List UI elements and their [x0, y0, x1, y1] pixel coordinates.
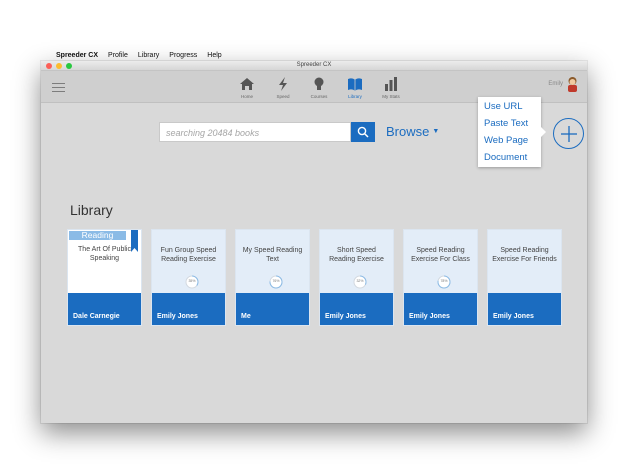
menu-item-web-page[interactable]: Web Page	[484, 133, 535, 150]
book-title: Speed Reading Exercise For Friends	[492, 247, 557, 264]
library-cards: Reading The Art Of Public Speaking Dale …	[67, 229, 562, 326]
search-input[interactable]	[160, 124, 350, 142]
title-bar: Spreeder CX	[41, 61, 587, 71]
library-heading: Library	[70, 202, 113, 218]
menu-item-use-url[interactable]: Use URL	[484, 99, 535, 116]
book-card[interactable]: My Speed Reading Text 76% Me	[235, 229, 310, 326]
menubar-item-library[interactable]: Library	[138, 52, 159, 59]
mac-menubar: Spreeder CX Profile Library Progress Hel…	[40, 49, 586, 61]
progress-label: 32%	[356, 279, 364, 283]
menubar-item-help[interactable]: Help	[207, 52, 221, 59]
main-nav: Home Speed Courses Library My Stats	[229, 74, 409, 102]
nav-item-home[interactable]: Home	[229, 74, 265, 102]
add-content-menu: Use URL Paste Text Web Page Document	[478, 97, 546, 167]
speed-icon	[279, 77, 287, 91]
chevron-down-icon: ▼	[432, 128, 440, 135]
user-name: Emily	[548, 81, 563, 87]
hamburger-menu-icon[interactable]	[52, 83, 65, 92]
book-icon	[348, 78, 362, 91]
add-content-button[interactable]	[553, 118, 584, 149]
reading-badge: Reading	[69, 231, 126, 240]
nav-label-speed: Speed	[276, 94, 290, 99]
nav-item-my-stats[interactable]: My Stats	[373, 74, 409, 102]
progress-label: 78%	[440, 279, 448, 283]
menu-item-paste-text[interactable]: Paste Text	[484, 116, 535, 133]
progress-ring: 78%	[437, 275, 451, 289]
lightbulb-icon	[314, 77, 324, 90]
book-card[interactable]: Short Speed Reading Exercise 32% Emily J…	[319, 229, 394, 326]
book-author: Emily Jones	[488, 293, 561, 325]
book-title: Short Speed Reading Exercise	[329, 247, 384, 264]
window-title: Spreeder CX	[296, 62, 332, 68]
book-author: Dale Carnegie	[68, 293, 141, 325]
book-card[interactable]: Reading The Art Of Public Speaking Dale …	[67, 229, 142, 326]
book-author: Emily Jones	[320, 293, 393, 325]
progress-ring: 35%	[185, 275, 199, 289]
app-window: Spreeder CX Home Speed Courses Library M…	[41, 61, 587, 423]
search-icon	[357, 126, 369, 138]
plus-icon	[560, 125, 577, 142]
book-author: Me	[236, 293, 309, 325]
stats-icon	[385, 77, 397, 91]
nav-label-home: Home	[240, 94, 253, 99]
nav-label-my-stats: My Stats	[382, 94, 400, 99]
menubar-item-progress[interactable]: Progress	[169, 52, 197, 59]
nav-label-courses: Courses	[310, 94, 328, 99]
nav-label-library: Library	[348, 94, 362, 99]
search-button[interactable]	[351, 122, 375, 142]
progress-ring: 32%	[353, 275, 367, 289]
menubar-app-name[interactable]: Spreeder CX	[56, 52, 98, 59]
book-title: Speed Reading Exercise For Class	[411, 247, 470, 264]
book-card[interactable]: Speed Reading Exercise For Class 78% Emi…	[403, 229, 478, 326]
book-title: The Art Of Public Speaking	[78, 246, 131, 263]
browse-dropdown[interactable]: Browse ▼	[386, 124, 439, 139]
search-field[interactable]	[159, 122, 351, 142]
avatar[interactable]	[566, 76, 579, 92]
menu-item-document[interactable]: Document	[484, 150, 535, 167]
progress-label: 76%	[272, 279, 280, 283]
nav-item-courses[interactable]: Courses	[301, 74, 337, 102]
book-title: My Speed Reading Text	[242, 247, 303, 264]
nav-item-speed[interactable]: Speed	[265, 74, 301, 102]
home-icon	[240, 78, 254, 90]
progress-label: 35%	[188, 279, 196, 283]
progress-ring: 76%	[269, 275, 283, 289]
book-author: Emily Jones	[404, 293, 477, 325]
book-title: Fun Group Speed Reading Exercise	[160, 247, 217, 264]
browse-label: Browse	[386, 124, 430, 139]
book-author: Emily Jones	[152, 293, 225, 325]
nav-item-library[interactable]: Library	[337, 74, 373, 102]
book-card[interactable]: Fun Group Speed Reading Exercise 35% Emi…	[151, 229, 226, 326]
user-menu[interactable]: Emily	[548, 76, 579, 92]
menubar-item-profile[interactable]: Profile	[108, 52, 128, 59]
book-card[interactable]: Speed Reading Exercise For Friends Emily…	[487, 229, 562, 326]
